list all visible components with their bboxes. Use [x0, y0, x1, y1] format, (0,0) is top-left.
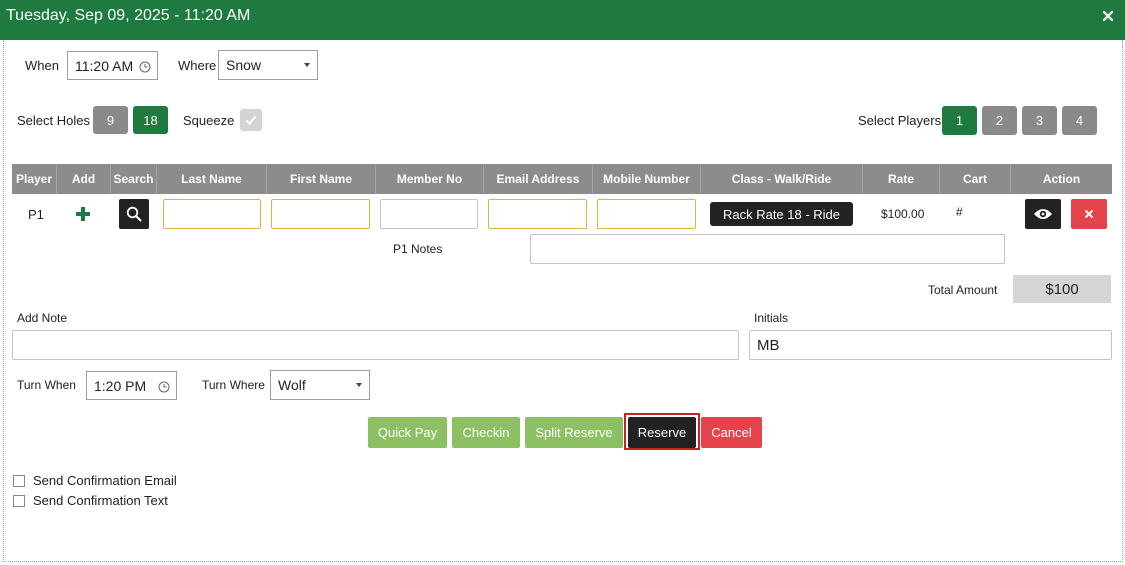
chevron-down-icon: [304, 63, 310, 67]
turn-where-label: Turn Where: [202, 378, 265, 392]
select-holes-label: Select Holes: [17, 113, 90, 128]
dialog-title: Tuesday, Sep 09, 2025 - 11:20 AM: [6, 7, 251, 24]
remove-player-button[interactable]: [1071, 199, 1107, 229]
clock-icon: [158, 380, 170, 392]
column-header-cart: Cart: [940, 164, 1011, 194]
send-text-label: Send Confirmation Text: [33, 493, 168, 508]
class-rate-button[interactable]: Rack Rate 18 - Ride: [710, 202, 853, 226]
cancel-button[interactable]: Cancel: [701, 417, 762, 448]
turn-when-label: Turn When: [17, 378, 76, 392]
column-header-player: Player: [12, 164, 57, 194]
send-email-label: Send Confirmation Email: [33, 473, 177, 488]
quick-pay-button[interactable]: Quick Pay: [368, 417, 447, 448]
players-4-button[interactable]: 4: [1062, 106, 1097, 135]
mobile-input[interactable]: [597, 199, 696, 229]
rate-value: $100.00: [881, 207, 925, 221]
chevron-down-icon: [356, 383, 362, 387]
eye-icon: [1034, 209, 1052, 219]
where-select-value: Snow: [226, 57, 262, 73]
when-time-input[interactable]: 11:20 AM: [67, 51, 158, 80]
first-name-input[interactable]: [271, 199, 370, 229]
send-email-checkbox[interactable]: [13, 475, 25, 487]
column-header-class: Class - Walk/Ride: [701, 164, 863, 194]
member-no-input[interactable]: [380, 199, 478, 229]
column-header-last-name: Last Name: [157, 164, 267, 194]
column-header-action: Action: [1042, 172, 1081, 186]
clock-icon: [139, 60, 151, 72]
initials-input[interactable]: MB: [749, 330, 1112, 360]
check-icon: [245, 115, 257, 125]
search-player-button[interactable]: [119, 199, 149, 229]
view-button[interactable]: [1025, 199, 1061, 229]
total-amount-value: $100: [1013, 275, 1111, 303]
close-icon: [1084, 209, 1094, 219]
players-3-button[interactable]: 3: [1022, 106, 1057, 135]
split-reserve-button[interactable]: Split Reserve: [525, 417, 623, 448]
column-header-mobile: Mobile Number: [593, 164, 701, 194]
reserve-button[interactable]: Reserve: [628, 417, 696, 448]
email-input[interactable]: [488, 199, 587, 229]
last-name-input[interactable]: [163, 199, 261, 229]
add-player-icon[interactable]: [74, 205, 92, 223]
initials-label: Initials: [754, 311, 789, 325]
squeeze-checkbox[interactable]: [240, 109, 262, 131]
when-time-value: 11:20 AM: [75, 57, 134, 74]
player-notes-label: P1 Notes: [393, 242, 443, 256]
select-players-label: Select Players: [858, 113, 942, 128]
column-header-rate: Rate: [863, 164, 940, 194]
where-label: Where: [178, 58, 217, 73]
close-icon[interactable]: [1101, 9, 1115, 23]
add-note-label: Add Note: [17, 311, 68, 325]
send-text-checkbox[interactable]: [13, 495, 25, 507]
column-header-first-name: First Name: [267, 164, 376, 194]
dialog-titlebar: Tuesday, Sep 09, 2025 - 11:20 AM: [0, 0, 1125, 40]
turn-where-select[interactable]: Wolf: [270, 370, 370, 400]
cart-value: #: [956, 205, 963, 219]
column-header-add: Add: [57, 164, 111, 194]
holes-9-button[interactable]: 9: [93, 106, 128, 134]
column-header-email: Email Address: [484, 164, 593, 194]
holes-18-button[interactable]: 18: [133, 106, 168, 134]
turn-when-value: 1:20 PM: [94, 377, 147, 394]
total-amount-label: Total Amount: [928, 283, 998, 297]
column-header-search: Search: [111, 164, 157, 194]
squeeze-label: Squeeze: [183, 113, 235, 128]
checkin-button[interactable]: Checkin: [452, 417, 520, 448]
initials-value: MB: [757, 336, 780, 354]
player-id: P1: [28, 207, 44, 222]
add-note-input[interactable]: [12, 330, 739, 360]
players-1-button[interactable]: 1: [942, 106, 977, 135]
turn-when-time-input[interactable]: 1:20 PM: [86, 371, 177, 400]
column-header-member-no: Member No: [376, 164, 484, 194]
players-table-header: Player Add Search Last Name First Name M…: [12, 164, 1112, 194]
turn-where-value: Wolf: [278, 377, 306, 393]
where-select[interactable]: Snow: [218, 50, 318, 80]
player-notes-input[interactable]: [530, 234, 1005, 264]
players-2-button[interactable]: 2: [982, 106, 1017, 135]
search-icon: [126, 206, 142, 222]
when-label: When: [25, 58, 59, 73]
